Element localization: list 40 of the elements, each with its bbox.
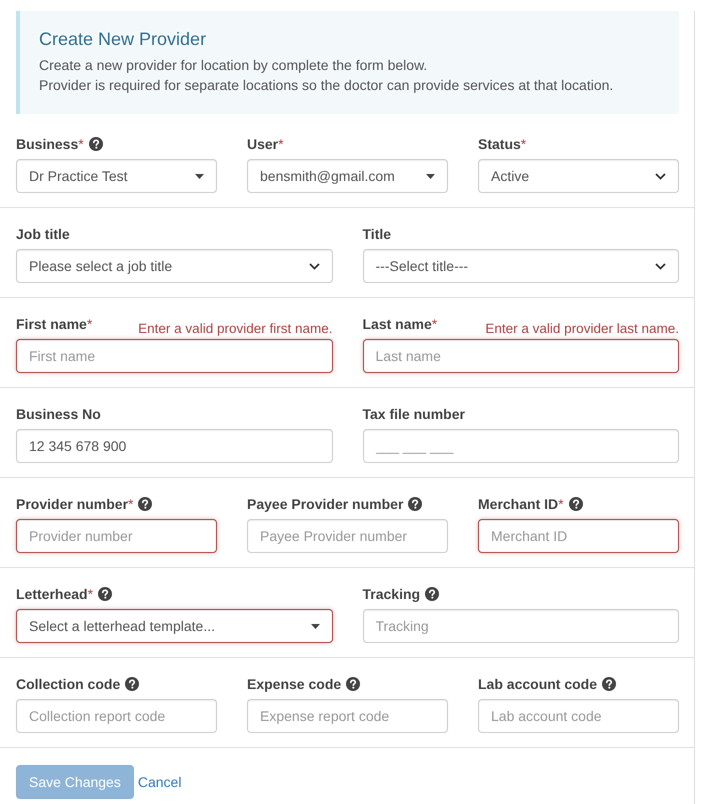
dropdown-field[interactable]: bensmith@gmail.com: [247, 159, 448, 193]
field-label: Collection code: [16, 675, 120, 694]
field-label: Status*: [478, 135, 526, 154]
caret-icon: [310, 624, 320, 628]
field-label: Payee Provider number: [247, 495, 404, 514]
chevron-icon: [655, 262, 666, 270]
field-label: Lab account code: [478, 675, 598, 694]
info-text: Provider is required for separate locations so the doctor can provide services at that location.: [39, 76, 614, 95]
error-message: Enter a valid provider first name.: [138, 321, 332, 337]
dropdown-field[interactable]: Dr Practice Test: [16, 159, 217, 193]
cancel-link[interactable]: Cancel: [138, 772, 182, 792]
input-field[interactable]: Provider number: [16, 519, 217, 553]
caret-icon: [195, 174, 204, 178]
field-label: User*: [247, 135, 284, 154]
field-label: First name*: [16, 315, 92, 334]
input-field[interactable]: Merchant ID: [478, 519, 679, 553]
dropdown-field[interactable]: ---Select title---: [362, 249, 679, 283]
chevron-icon: [308, 262, 320, 270]
dropdown-field[interactable]: Select a letterhead template...: [16, 609, 332, 643]
input-field[interactable]: 12 345 678 900: [16, 429, 332, 463]
info-text: Create a new provider for location by complete the form below.: [39, 56, 428, 75]
field-label: Business*: [16, 135, 84, 154]
field-label: Tax file number: [362, 405, 465, 424]
input-field[interactable]: Last name: [362, 339, 679, 373]
field-label: Last name*: [362, 315, 438, 334]
chevron-icon: [655, 172, 666, 180]
field-label: Business No: [16, 405, 101, 424]
error-message: Enter a valid provider last name.: [485, 321, 679, 337]
info-title: Create New Provider: [39, 28, 208, 50]
input-field[interactable]: First name: [16, 339, 332, 373]
field-label: Letterhead*: [16, 585, 94, 604]
dropdown-field[interactable]: Active: [478, 159, 679, 193]
field-label: Merchant ID*: [478, 495, 564, 514]
field-label: Provider number*: [16, 495, 134, 514]
field-label: Tracking: [362, 585, 420, 604]
dropdown-field[interactable]: Please select a job title: [16, 249, 332, 283]
caret-icon: [426, 174, 435, 178]
field-label: Title: [362, 225, 392, 244]
field-label: Expense code: [247, 675, 342, 694]
field-label: Job title: [16, 225, 70, 244]
